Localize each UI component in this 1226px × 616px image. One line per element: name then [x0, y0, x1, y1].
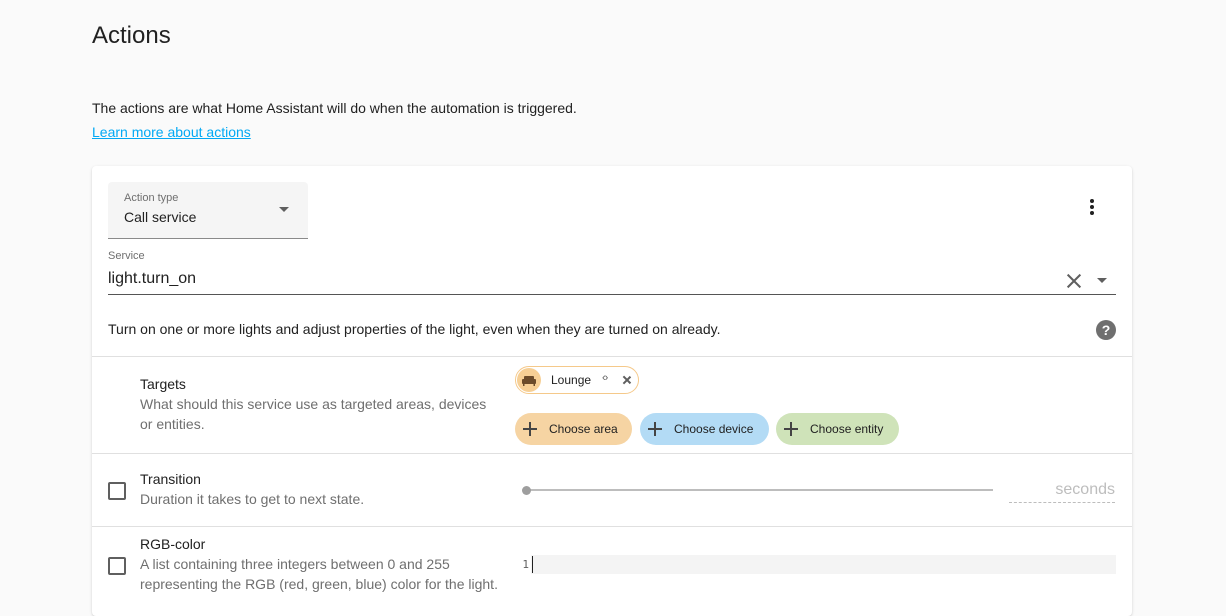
divider	[92, 453, 1132, 454]
rgb-color-code-editor[interactable]: 1	[511, 555, 1116, 574]
learn-more-link[interactable]: Learn more about actions	[92, 124, 251, 140]
rgb-color-title: RGB-color	[140, 536, 206, 552]
choose-area-label: Choose area	[549, 422, 618, 436]
service-value: light.turn_on	[108, 270, 197, 287]
target-chip-label: Lounge	[551, 373, 592, 387]
targets-description-line2: or entities.	[140, 416, 205, 432]
choose-device-label: Choose device	[674, 422, 754, 436]
action-type-value: Call service	[124, 209, 197, 225]
action-card: Action type Call service Service light.t…	[92, 166, 1132, 616]
page-description: The actions are what Home Assistant will…	[92, 100, 577, 116]
choose-entity-button[interactable]: Choose entity	[776, 413, 899, 445]
rgb-color-checkbox[interactable]	[108, 557, 126, 575]
service-label: Service	[108, 250, 145, 262]
targets-title: Targets	[140, 376, 186, 392]
targets-description-line1: What should this service use as targeted…	[140, 396, 487, 412]
service-input[interactable]: light.turn_on	[108, 268, 1116, 295]
plus-icon	[523, 422, 537, 436]
help-icon[interactable]: ?	[1096, 320, 1116, 340]
transition-checkbox[interactable]	[108, 482, 126, 500]
transition-seconds-input[interactable]: seconds	[1009, 478, 1115, 503]
divider	[92, 526, 1132, 527]
action-type-select[interactable]: Action type Call service	[108, 182, 308, 239]
seconds-suffix: seconds	[1055, 481, 1115, 498]
transition-slider-handle[interactable]	[522, 486, 531, 495]
choose-area-button[interactable]: Choose area	[515, 413, 632, 445]
rgb-color-description-line1: A list containing three integers between…	[140, 556, 450, 572]
rgb-color-description-line2: representing the RGB (red, green, blue) …	[140, 576, 498, 592]
plus-icon	[784, 422, 798, 436]
expand-icon[interactable]: ‹›	[602, 372, 608, 384]
action-type-label: Action type	[124, 192, 179, 204]
chevron-down-icon[interactable]	[1097, 278, 1107, 283]
text-cursor	[532, 556, 533, 573]
service-description: Turn on one or more lights and adjust pr…	[108, 321, 721, 337]
clear-icon[interactable]	[1064, 271, 1084, 291]
sofa-icon	[517, 368, 541, 392]
target-chip-lounge[interactable]: Lounge ‹›	[515, 366, 639, 394]
page-title: Actions	[92, 22, 171, 49]
more-options-icon[interactable]	[1080, 192, 1104, 220]
divider	[92, 356, 1132, 357]
close-icon[interactable]	[622, 375, 632, 385]
choose-device-button[interactable]: Choose device	[640, 413, 769, 445]
line-number: 1	[511, 555, 531, 574]
plus-icon	[648, 422, 662, 436]
transition-description: Duration it takes to get to next state.	[140, 491, 365, 507]
choose-entity-label: Choose entity	[810, 422, 884, 436]
transition-title: Transition	[140, 471, 201, 487]
chevron-down-icon	[279, 207, 289, 212]
transition-slider-track[interactable]	[526, 489, 993, 491]
